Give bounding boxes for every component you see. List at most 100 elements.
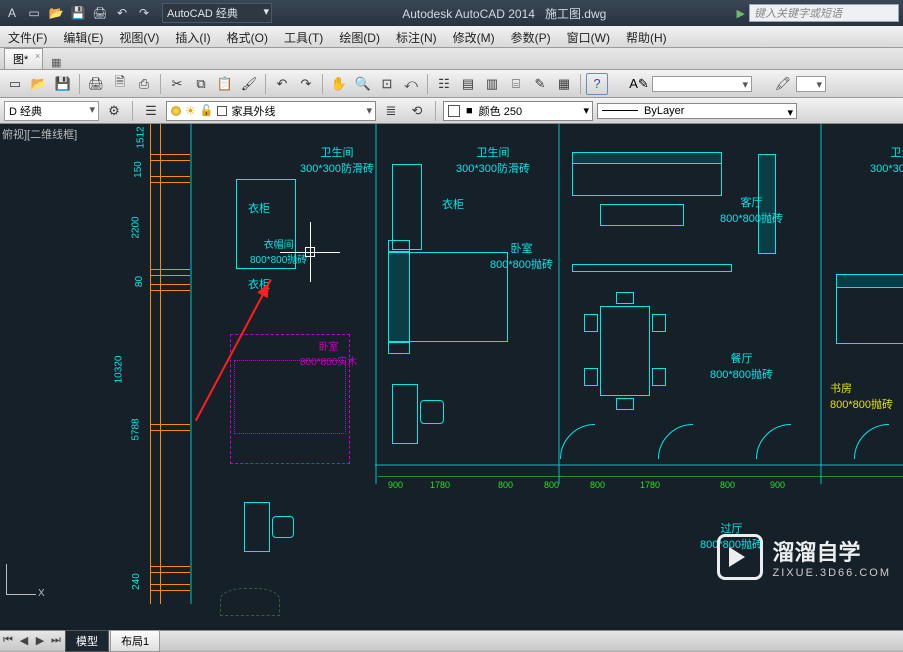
desk (244, 502, 270, 552)
menu-edit[interactable]: 编辑(E) (55, 26, 111, 47)
menu-file[interactable]: 文件(F) (0, 26, 55, 47)
textstyle-selector[interactable] (652, 76, 752, 92)
save-icon[interactable]: 💾 (52, 73, 74, 95)
close-icon[interactable]: × (35, 51, 40, 61)
tab-prev-icon[interactable]: ◀ (16, 634, 32, 647)
door-arc (658, 424, 728, 494)
dim-value: 5788 (131, 418, 142, 440)
tab-layout1[interactable]: 布局1 (110, 630, 160, 652)
highlighter-icon[interactable]: 🖍 (772, 73, 794, 95)
open-icon[interactable]: 📂 (48, 5, 64, 21)
dim-tick (150, 284, 190, 292)
layer-on-icon (171, 106, 181, 116)
color-selector[interactable]: ■ 颜色 250 (443, 101, 593, 121)
drawing-canvas[interactable]: 俯视][二维线框] 1512 150 2200 80 10320 5788 24… (0, 124, 903, 630)
markup-icon[interactable]: ✎ (529, 73, 551, 95)
chair (652, 368, 666, 386)
workspace-settings-icon[interactable]: ⚙ (103, 100, 125, 122)
dim-value: 800 (544, 480, 559, 490)
zoom-window-icon[interactable]: ⊡ (376, 73, 398, 95)
dim-value: 1512 (136, 126, 147, 148)
menu-parametric[interactable]: 参数(P) (503, 26, 559, 47)
dim-tick (150, 584, 190, 592)
room-label: 卫生间300*300防滑砖 (870, 144, 903, 176)
dim-value: 240 (131, 573, 142, 590)
new-tab-icon[interactable]: ▦ (45, 56, 67, 69)
menu-insert[interactable]: 插入(I) (167, 26, 218, 47)
play-icon: ▶ (737, 7, 745, 20)
open-icon[interactable]: 📂 (28, 73, 50, 95)
wall (558, 124, 560, 484)
workspace-selector[interactable]: AutoCAD 经典 (162, 3, 272, 23)
tool-palettes-icon[interactable]: ▥ (481, 73, 503, 95)
dim-tick (150, 154, 190, 162)
menu-dimension[interactable]: 标注(N) (388, 26, 445, 47)
menu-view[interactable]: 视图(V) (111, 26, 167, 47)
redo-icon[interactable]: ↷ (295, 73, 317, 95)
print-icon[interactable]: 🖨 (92, 5, 108, 21)
paintbrush-icon[interactable]: A✎ (628, 73, 650, 95)
menu-window[interactable]: 窗口(W) (559, 26, 618, 47)
tab-first-icon[interactable]: ⏮ (0, 634, 16, 647)
layer-manager-icon[interactable]: ☰ (140, 100, 162, 122)
dim-value: 800 (498, 480, 513, 490)
workspace2-selector[interactable]: D 经典 (4, 101, 99, 121)
zoom-prev-icon[interactable]: ⤺ (400, 73, 422, 95)
properties-icon[interactable]: ☷ (433, 73, 455, 95)
document-tab[interactable]: 图*× (4, 48, 43, 69)
dropdown[interactable] (796, 76, 826, 92)
cut-icon[interactable]: ✂ (166, 73, 188, 95)
menu-modify[interactable]: 修改(M) (445, 26, 503, 47)
wall (375, 464, 903, 466)
app-logo-icon[interactable]: A (4, 5, 20, 21)
menu-tools[interactable]: 工具(T) (276, 26, 331, 47)
zoom-realtime-icon[interactable]: 🔍 (352, 73, 374, 95)
dim-value: 1780 (430, 480, 450, 490)
copy-icon[interactable]: ⧉ (190, 73, 212, 95)
dim-value: 80 (134, 276, 145, 287)
title-bar: A ▭ 📂 💾 🖨 ↶ ↷ AutoCAD 经典 Autodesk AutoCA… (0, 0, 903, 26)
layer-color-swatch (217, 106, 227, 116)
dim-tick (150, 176, 190, 184)
tab-model[interactable]: 模型 (65, 630, 109, 652)
match-prop-icon[interactable]: 🖌 (238, 73, 260, 95)
sheetset-icon[interactable]: ⌸ (505, 73, 527, 95)
menu-draw[interactable]: 绘图(D) (331, 26, 388, 47)
chair (616, 292, 634, 304)
room-label: 衣帽间800*800抛砖 (250, 236, 307, 266)
save-icon[interactable]: 💾 (70, 5, 86, 21)
quickcalc-icon[interactable]: ▦ (553, 73, 575, 95)
tab-next-icon[interactable]: ▶ (32, 634, 48, 647)
pan-icon[interactable]: ✋ (328, 73, 350, 95)
coffee-table (600, 204, 684, 226)
linetype-label: ByLayer (644, 105, 684, 117)
layer-states-icon[interactable]: ≣ (380, 100, 402, 122)
undo-icon[interactable]: ↶ (271, 73, 293, 95)
new-icon[interactable]: ▭ (26, 5, 42, 21)
designcenter-icon[interactable]: ▤ (457, 73, 479, 95)
help-icon[interactable]: ? (586, 73, 608, 95)
quick-access-toolbar: A ▭ 📂 💾 🖨 ↶ ↷ (4, 5, 152, 21)
menu-help[interactable]: 帮助(H) (618, 26, 675, 47)
publish-icon[interactable]: ⎙ (133, 73, 155, 95)
print-preview-icon[interactable]: 🗎 (109, 73, 131, 95)
redo-icon[interactable]: ↷ (136, 5, 152, 21)
layer-properties-toolbar: D 经典 ⚙ ☰ ☀ 🔓 家具外线 ≣ ⟲ ■ 颜色 250 ByLayer (0, 98, 903, 124)
paste-icon[interactable]: 📋 (214, 73, 236, 95)
dim-value: 900 (388, 480, 403, 490)
menu-format[interactable]: 格式(O) (219, 26, 276, 47)
nightstand (388, 342, 410, 354)
new-icon[interactable]: ▭ (4, 73, 26, 95)
linetype-preview (602, 110, 638, 111)
chair (584, 368, 598, 386)
linetype-selector[interactable]: ByLayer (597, 103, 797, 119)
layer-selector[interactable]: ☀ 🔓 家具外线 (166, 101, 376, 121)
dim-value: 900 (770, 480, 785, 490)
print-icon[interactable]: 🖨 (85, 73, 107, 95)
tab-last-icon[interactable]: ⏭ (48, 634, 64, 647)
color-label: 颜色 250 (479, 103, 522, 119)
layer-prev-icon[interactable]: ⟲ (406, 100, 428, 122)
undo-icon[interactable]: ↶ (114, 5, 130, 21)
search-input[interactable]: 键入关键字或短语 (749, 4, 899, 22)
nightstand (388, 240, 410, 252)
